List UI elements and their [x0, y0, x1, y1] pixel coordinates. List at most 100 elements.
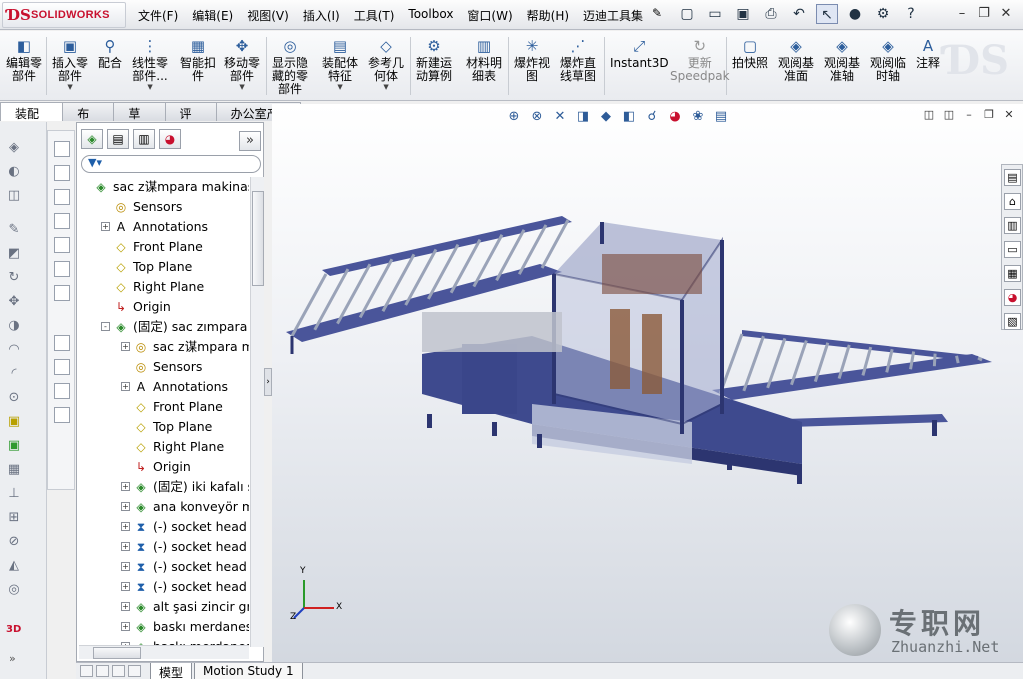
- graphics-area[interactable]: ⊕ ⊗ ✕ ◨ ◆ ◧ ☌ ◕ ❀ ▤ ◫ ◫ – ❐ ✕ Y X Z ▤ ⌂ …: [272, 104, 1023, 662]
- more-tabs-icon[interactable]: »: [239, 131, 261, 151]
- panel-collapse-handle[interactable]: ›: [264, 368, 272, 396]
- tree-node[interactable]: + ⧗ (-) socket head cap: [77, 557, 249, 577]
- collapse-icon[interactable]: -: [101, 322, 110, 331]
- tree-node[interactable]: ↳ Origin: [77, 297, 249, 317]
- expand-icon[interactable]: +: [121, 622, 130, 631]
- expand-icon[interactable]: +: [121, 482, 130, 491]
- undo-icon[interactable]: ↶: [788, 4, 810, 24]
- pin-icon[interactable]: ✎: [652, 6, 662, 20]
- solidworks-logo[interactable]: ƊS SOLIDWORKS: [2, 2, 126, 28]
- menu-item-6[interactable]: 窗口(W): [467, 7, 512, 24]
- tree-node[interactable]: + ⧗ (-) socket head cap: [77, 577, 249, 597]
- section-view-icon[interactable]: ◐: [6, 164, 22, 180]
- command-button-15[interactable]: ▢ 拍快照: [732, 37, 768, 70]
- dropdown-arrow-icon[interactable]: ▼: [322, 83, 358, 91]
- hole-icon[interactable]: ⊙: [6, 390, 22, 406]
- command-button-0[interactable]: ◧ 编辑零 部件: [6, 37, 42, 83]
- expand-icon[interactable]: +: [121, 502, 130, 511]
- 3d-icon[interactable]: 3D: [6, 624, 21, 635]
- command-button-5[interactable]: ✥ 移动零 部件 ▼: [224, 37, 260, 91]
- bottom-tab-0[interactable]: 模型: [150, 663, 193, 679]
- tree-node[interactable]: ◇ Front Plane: [77, 237, 249, 257]
- prev-tab-icon[interactable]: [96, 665, 109, 677]
- command-button-9[interactable]: ⚙ 新建运 动算例: [416, 37, 452, 83]
- expand-icon[interactable]: +: [121, 382, 130, 391]
- dimension-icon[interactable]: ◩: [6, 246, 22, 262]
- measure-icon[interactable]: ⊥: [6, 486, 22, 502]
- tree-node[interactable]: + A Annotations: [77, 377, 249, 397]
- view-orientation-icon[interactable]: ◈: [6, 140, 22, 156]
- tree-node[interactable]: ↳ Origin: [77, 457, 249, 477]
- command-button-7[interactable]: ▤ 装配体 特征 ▼: [322, 37, 358, 91]
- dropdown-arrow-icon[interactable]: ▼: [52, 83, 88, 91]
- zoom-icon[interactable]: ◫: [6, 188, 22, 204]
- tree-node[interactable]: + ⧗ (-) socket head cap: [77, 517, 249, 537]
- weld-icon[interactable]: ◎: [6, 582, 22, 598]
- dropdown-arrow-icon[interactable]: ▼: [132, 83, 168, 91]
- resources-icon[interactable]: ▤: [1004, 169, 1021, 186]
- tree-filter[interactable]: ▼▾: [81, 155, 261, 173]
- expand-icon[interactable]: +: [121, 602, 130, 611]
- tree-node[interactable]: ◈ sac z谋mpara makinas谋 (: [77, 177, 249, 197]
- tree-node[interactable]: + ◈ (固定) iki kafalı sac: [77, 477, 249, 497]
- tree-node[interactable]: -◈ (固定) sac zımpara mal: [77, 317, 249, 337]
- expand-icon[interactable]: +: [121, 582, 130, 591]
- highlight-icon[interactable]: ▣: [6, 414, 22, 430]
- command-button-4[interactable]: ▦ 智能扣件: [180, 37, 216, 83]
- minimize-icon[interactable]: –: [951, 6, 973, 21]
- menu-item-7[interactable]: 帮助(H): [527, 7, 569, 24]
- tree-node[interactable]: ◇ Top Plane: [77, 257, 249, 277]
- dropdown-arrow-icon[interactable]: ▼: [368, 83, 404, 91]
- scrollbar-thumb[interactable]: [93, 647, 141, 659]
- loft-icon[interactable]: ◜: [6, 366, 22, 382]
- expand-icon[interactable]: +: [121, 542, 130, 551]
- command-button-14[interactable]: ↻ 更新 Speedpak: [670, 37, 730, 83]
- command-button-17[interactable]: ◈ 观阅基 准轴: [824, 37, 860, 83]
- menu-item-2[interactable]: 视图(V): [247, 7, 289, 24]
- expand-icon[interactable]: +: [121, 342, 130, 351]
- menu-item-3[interactable]: 插入(I): [303, 7, 340, 24]
- cube-view-icon[interactable]: [54, 261, 70, 277]
- display-manager-tab-icon[interactable]: ◕: [159, 129, 181, 149]
- green-tool-icon[interactable]: ▣: [6, 438, 22, 454]
- command-button-10[interactable]: ▥ 材料明 细表: [466, 37, 502, 83]
- cube-view-icon[interactable]: [54, 165, 70, 181]
- tree-node[interactable]: + ◎ sac z谋mpara maki: [77, 337, 249, 357]
- cube-view-icon[interactable]: [54, 237, 70, 253]
- tree-node[interactable]: + ◈ ana konveyör mont: [77, 497, 249, 517]
- tab-2[interactable]: 草图: [113, 102, 166, 138]
- grid-icon[interactable]: ▦: [6, 462, 22, 478]
- sketch-icon[interactable]: ✎: [6, 222, 22, 238]
- line-tool-icon[interactable]: [54, 383, 70, 399]
- command-button-12[interactable]: ⋰ 爆炸直 线草图: [560, 37, 596, 83]
- tree-node[interactable]: ◇ Right Plane: [77, 437, 249, 457]
- command-button-2[interactable]: ⚲ 配合: [98, 37, 122, 70]
- new-document-icon[interactable]: ▢: [676, 4, 698, 24]
- tree-vertical-scrollbar[interactable]: [250, 177, 264, 647]
- tree-node[interactable]: + ◈ alt şasi zincir grubu: [77, 597, 249, 617]
- tree-node[interactable]: ◇ Front Plane: [77, 397, 249, 417]
- tree-node[interactable]: ◎ Sensors: [77, 197, 249, 217]
- design-library-icon[interactable]: ▥: [1004, 217, 1021, 234]
- line-tool-icon[interactable]: [54, 359, 70, 375]
- menu-item-0[interactable]: 文件(F): [138, 7, 178, 24]
- menu-item-5[interactable]: Toolbox: [408, 7, 453, 24]
- expand-icon[interactable]: +: [121, 522, 130, 531]
- cube-view-icon[interactable]: [54, 141, 70, 157]
- cube-view-icon[interactable]: [54, 285, 70, 301]
- file-explorer-icon[interactable]: ▭: [1004, 241, 1021, 258]
- motor-box[interactable]: [462, 344, 517, 414]
- restore-icon[interactable]: ❐: [973, 6, 995, 21]
- cut-icon[interactable]: ⊘: [6, 534, 22, 550]
- tree-node[interactable]: + ⧗ (-) socket head cap: [77, 537, 249, 557]
- save-icon[interactable]: ▣: [732, 4, 754, 24]
- assembly-model[interactable]: [272, 104, 1023, 662]
- feature-tree-tab-icon[interactable]: ◈: [81, 129, 103, 149]
- menu-item-4[interactable]: 工具(T): [354, 7, 395, 24]
- tree-horizontal-scrollbar[interactable]: [79, 645, 249, 659]
- appearances-icon[interactable]: ◕: [1004, 289, 1021, 306]
- menu-item-8[interactable]: 迈迪工具集: [583, 7, 643, 24]
- options-icon[interactable]: ⚙: [872, 4, 894, 24]
- rebuild-icon[interactable]: ●: [844, 4, 866, 24]
- expand-icon[interactable]: +: [121, 562, 130, 571]
